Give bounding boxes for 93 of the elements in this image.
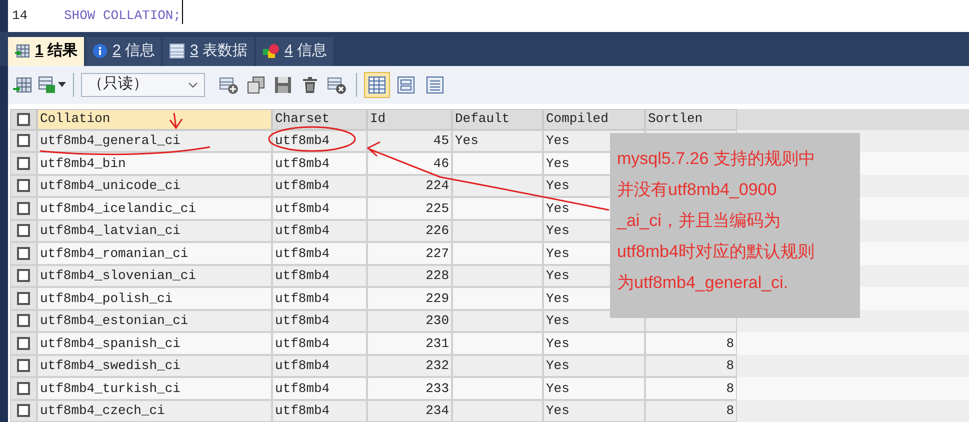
column-header[interactable]: Collation: [37, 108, 272, 130]
table-cell: 231: [367, 332, 452, 354]
table-cell: utf8mb4_slovenian_ci: [37, 264, 272, 287]
info-icon: [92, 43, 108, 60]
table-cell: utf8mb4: [272, 130, 367, 152]
annotation-arrow: [169, 112, 183, 129]
table-cell: 234: [367, 400, 452, 422]
code-line: SHOW COLLATION;: [64, 0, 184, 24]
row-checkbox[interactable]: [17, 156, 30, 170]
result-tab[interactable]: 2 信息: [86, 36, 162, 66]
grid-icon: [14, 43, 30, 60]
table-cell: 8: [645, 377, 737, 400]
table-cell: Yes: [543, 354, 645, 377]
column-header[interactable]: Compiled: [543, 108, 645, 130]
grid-icon: [368, 76, 386, 94]
table-cell: 8: [645, 354, 737, 377]
duplicate-icon: [246, 76, 266, 94]
caret-icon: [58, 82, 66, 88]
row-checkbox[interactable]: [17, 202, 30, 215]
table-cell: utf8mb4: [272, 197, 367, 220]
table-cell: 8: [645, 400, 737, 422]
column-header[interactable]: Sortlen: [645, 108, 737, 130]
grid-icon: [12, 76, 32, 94]
table-cell: Yes: [543, 400, 645, 422]
row-checkbox[interactable]: [17, 359, 30, 372]
select-all-checkbox[interactable]: [17, 112, 30, 126]
table-cell: utf8mb4: [272, 354, 367, 377]
table-cell: 232: [367, 354, 452, 377]
text-lines-icon: [426, 76, 444, 94]
export-icon: [37, 76, 57, 94]
result-tab[interactable]: 4 信息: [256, 36, 334, 66]
table-cell: 8: [645, 332, 737, 354]
shapes-icon: [262, 43, 280, 60]
table-cell: 230: [367, 310, 452, 332]
form-icon: [397, 76, 415, 94]
add-row-icon: [219, 76, 239, 94]
row-checkbox[interactable]: [17, 382, 30, 395]
table-cell: utf8mb4: [272, 310, 367, 332]
table-cell: 45: [367, 130, 452, 152]
column-header[interactable]: Charset: [272, 108, 367, 130]
row-checkbox[interactable]: [17, 134, 30, 148]
table-cell: utf8mb4_swedish_ci: [37, 354, 272, 377]
table-cell: utf8mb4_unicode_ci: [37, 174, 272, 197]
table-cell: utf8mb4_turkish_ci: [37, 377, 272, 400]
table-cell: 225: [367, 197, 452, 220]
line-number: 14: [11, 7, 29, 25]
table-cell: utf8mb4: [272, 264, 367, 287]
save-icon: [274, 76, 292, 94]
table-cell: utf8mb4_spanish_ci: [37, 332, 272, 354]
table-cell: utf8mb4: [272, 400, 367, 422]
table-cell: 224: [367, 174, 452, 197]
table-cell: Yes: [543, 377, 645, 400]
grid-view-button[interactable]: [364, 72, 390, 98]
chevron-down-icon: [188, 82, 198, 88]
table-cell: utf8mb4_latvian_ci: [37, 220, 272, 242]
table-cell: utf8mb4_bin: [37, 152, 272, 174]
column-header[interactable]: Default: [452, 108, 543, 130]
table-cell: utf8mb4_polish_ci: [37, 287, 272, 310]
row-checkbox[interactable]: [17, 292, 30, 305]
table-cell: utf8mb4_general_ci: [37, 130, 272, 152]
table-cell: utf8mb4: [272, 377, 367, 400]
result-tab[interactable]: 3 表数据: [163, 36, 254, 66]
table-cell: utf8mb4: [272, 287, 367, 310]
table-cell: utf8mb4_estonian_ci: [37, 310, 272, 332]
row-checkbox[interactable]: [17, 224, 30, 238]
table-cell: utf8mb4: [272, 242, 367, 264]
table-cell: utf8mb4_czech_ci: [37, 400, 272, 422]
row-checkbox[interactable]: [17, 269, 30, 282]
table-cell: utf8mb4: [272, 332, 367, 354]
trash-icon: [301, 76, 319, 94]
table-icon: [169, 43, 186, 60]
table-cell: 233: [367, 377, 452, 400]
mode-select[interactable]: （只读）: [81, 72, 205, 97]
result-tab[interactable]: 1 结果: [8, 36, 84, 66]
table-cell: Yes: [452, 130, 543, 152]
table-cell: utf8mb4_romanian_ci: [37, 242, 272, 264]
table-cell: 227: [367, 242, 452, 264]
column-header[interactable]: Id: [367, 108, 452, 130]
table-cell: 228: [367, 264, 452, 287]
row-checkbox[interactable]: [17, 179, 30, 192]
table-cell: 229: [367, 287, 452, 310]
cancel-icon: [327, 76, 347, 94]
table-cell: utf8mb4: [272, 174, 367, 197]
table-cell: utf8mb4: [272, 220, 367, 242]
row-checkbox[interactable]: [17, 246, 30, 260]
table-cell: utf8mb4_icelandic_ci: [37, 197, 272, 220]
table-cell: 226: [367, 220, 452, 242]
table-cell: utf8mb4: [272, 152, 367, 174]
row-checkbox[interactable]: [17, 336, 30, 350]
table-cell: 46: [367, 152, 452, 174]
row-checkbox[interactable]: [17, 314, 30, 328]
table-cell: Yes: [543, 332, 645, 354]
row-checkbox[interactable]: [17, 404, 30, 418]
